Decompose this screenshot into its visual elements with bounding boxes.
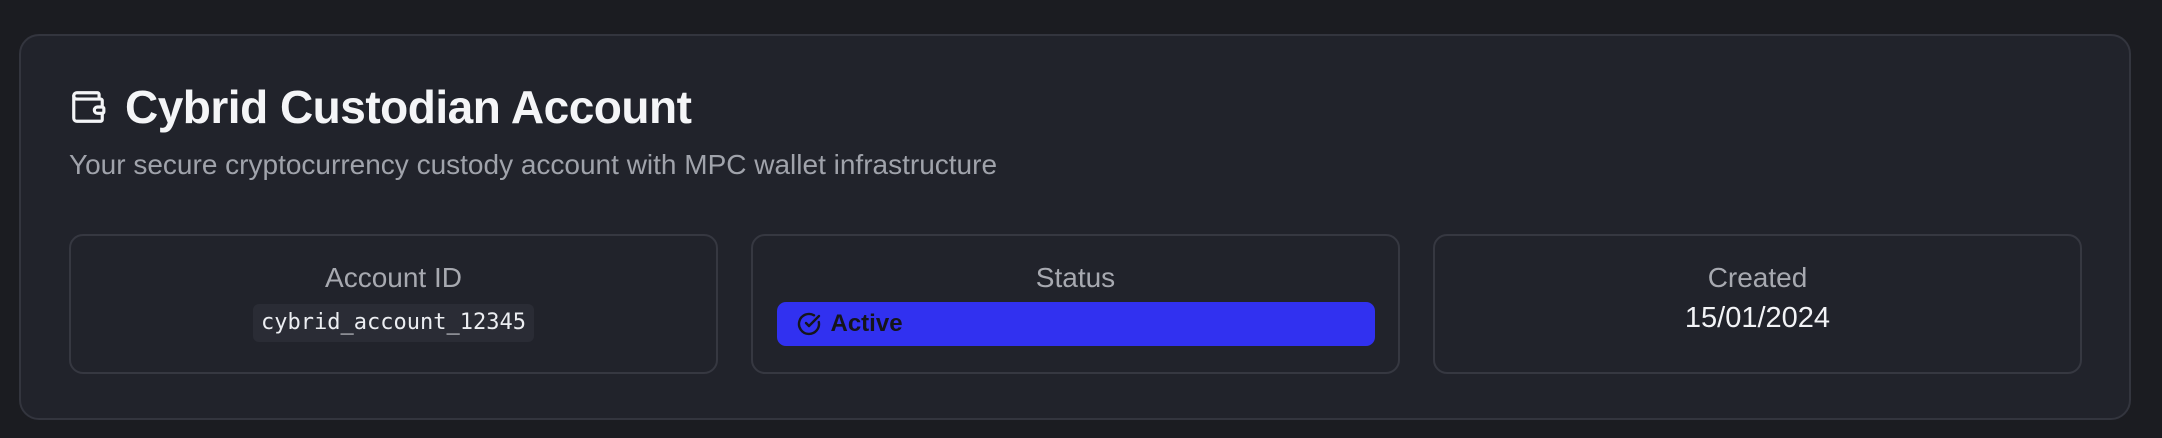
created-label: Created [1707,262,1808,293]
account-card: Cybrid Custodian Account Your secure cry… [19,34,2131,420]
created-value: 15/01/2024 [1684,302,1831,334]
status-value: Active [830,310,903,337]
page-title: Cybrid Custodian Account [125,81,692,133]
page-subtitle: Your secure cryptocurrency custody accou… [69,149,998,180]
account-id-label: Account ID [325,262,462,293]
wallet-icon [69,88,107,126]
info-tiles: Account ID cybrid_account_12345 Status A… [69,234,2082,374]
card-header: Cybrid Custodian Account [69,81,692,133]
account-id-tile: Account ID cybrid_account_12345 [69,234,718,374]
status-badge: Active [776,302,1375,346]
status-label: Status [1035,262,1116,293]
status-tile: Status Active [751,234,1400,374]
created-tile: Created 15/01/2024 [1433,234,2082,374]
account-id-value: cybrid_account_12345 [253,304,534,343]
check-circle-icon [797,312,821,336]
